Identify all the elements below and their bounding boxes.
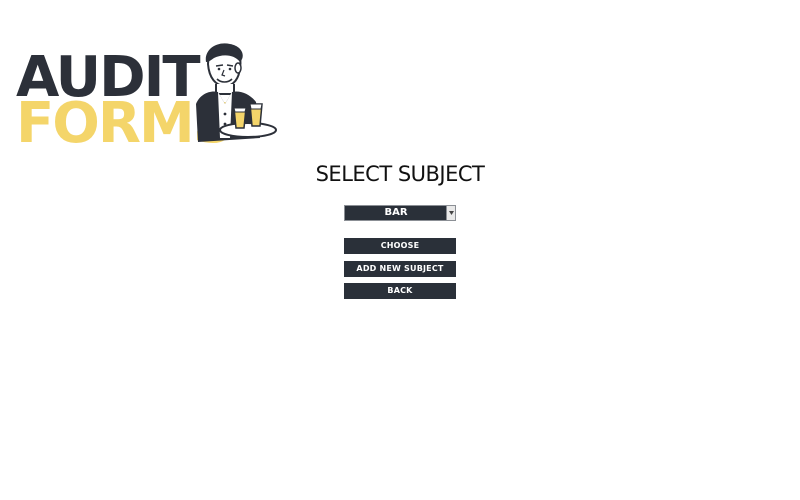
back-button[interactable]: BACK	[344, 283, 456, 299]
add-new-subject-button[interactable]: ADD NEW SUBJECT	[344, 261, 456, 277]
page-title: SELECT SUBJECT	[315, 162, 485, 186]
choose-button[interactable]: CHOOSE	[344, 238, 456, 254]
chevron-down-icon[interactable]	[446, 206, 455, 220]
subject-select[interactable]: BAR	[344, 205, 456, 221]
subject-select-value: BAR	[384, 207, 408, 218]
waiter-with-beer-tray-icon	[196, 43, 277, 142]
audit-forms-logo: AUDIT FORMS	[14, 42, 277, 152]
